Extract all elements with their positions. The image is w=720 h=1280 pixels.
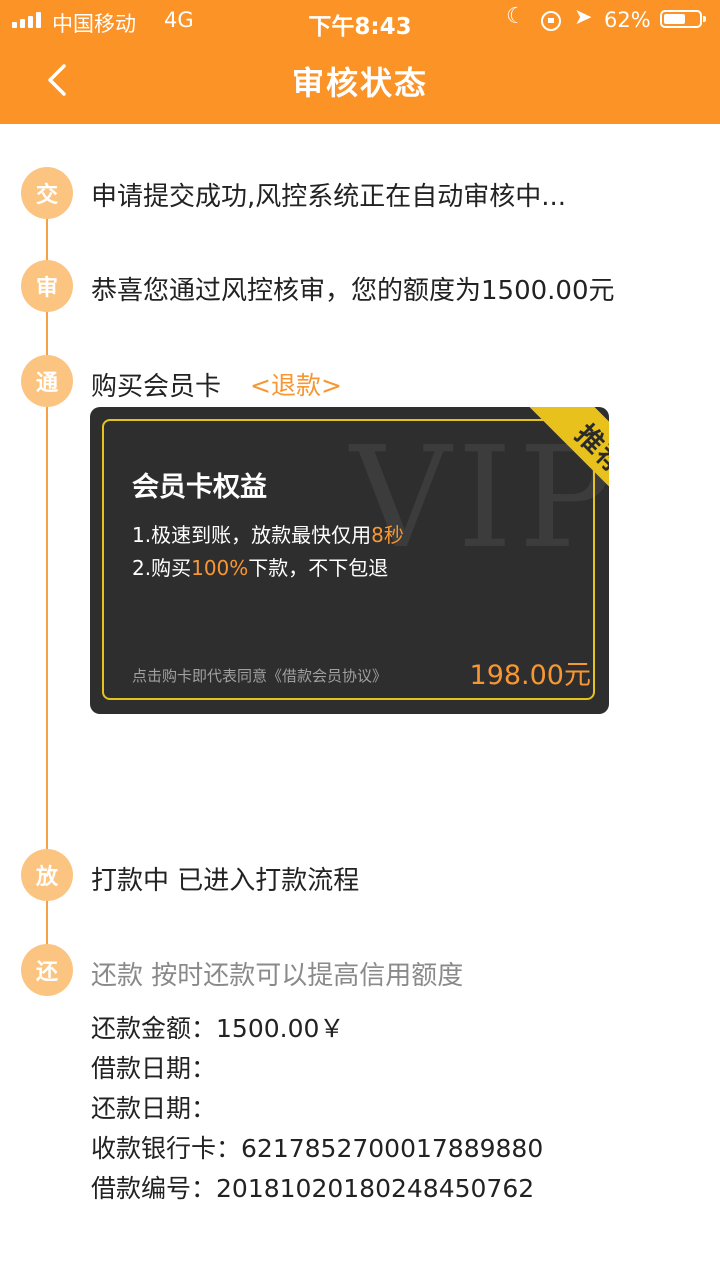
loan-number-row: 借款编号：201810201802484507​62 (91, 1169, 534, 1205)
moon-icon: ☾ (506, 4, 526, 29)
benefit-highlight: 8秒 (371, 523, 404, 547)
repay-amount-value: 1500.00￥ (216, 1014, 345, 1043)
card-title: 会员卡权益 (132, 472, 267, 503)
step-badge-repay: 还 (21, 944, 73, 996)
bank-card-value: 6217852700017889880 (241, 1134, 544, 1163)
step-badge-pass: 通 (21, 355, 73, 407)
loan-number-label: 借款编号： (91, 1174, 217, 1203)
battery-fill (664, 14, 685, 24)
repay-date-label: 还款日期： (91, 1094, 217, 1123)
benefit-highlight: 100% (191, 556, 249, 580)
repay-amount-label: 还款金额： (91, 1014, 217, 1043)
step-badge-review: 审 (21, 260, 73, 312)
step-text-repay: 还款 按时还款可以提高信用额度 (91, 961, 464, 991)
member-agreement-link[interactable]: 点击购卡即代表同意《借款会员协议》 (132, 665, 387, 686)
rotation-lock-icon (541, 11, 561, 31)
loan-date-row: 借款日期： (91, 1049, 216, 1085)
step-text-disburse: 打款中 已进入打款流程 (91, 866, 360, 896)
step-text-pass: 购买会员卡 (91, 372, 222, 402)
repay-amount-row: 还款金额：1500.00￥ (91, 1009, 344, 1045)
header: 中国移动 4G 下午8:43 ☾ ➤ 62% 审核状态 (0, 0, 720, 124)
step-text-review: 恭喜您通过风控核审，您的额度为1500.00元 (91, 276, 615, 306)
card-benefit-2: 2.购买100%下款，不下包退 (132, 556, 389, 580)
battery-percent: 62% (604, 8, 651, 32)
refund-link[interactable]: <退款> (250, 366, 342, 402)
bank-card-row: 收款银行卡：6217852700017889880 (91, 1129, 543, 1165)
member-card[interactable]: VIP 推荐 会员卡权益 1.极速到账，放款最快仅用8秒 2.购买100%下款，… (90, 407, 609, 714)
repay-date-row: 还款日期： (91, 1089, 216, 1125)
location-arrow-icon: ➤ (574, 5, 593, 30)
card-price: 198.00元 (469, 660, 591, 691)
bank-card-label: 收款银行卡： (91, 1134, 242, 1163)
step-badge-submit: 交 (21, 167, 73, 219)
status-bar: 中国移动 4G 下午8:43 ☾ ➤ 62% (0, 0, 720, 40)
loan-date-label: 借款日期： (91, 1054, 217, 1083)
loan-number-value: 201810201802484507​62 (216, 1174, 535, 1203)
step-text-submit: 申请提交成功,风控系统正在自动审核中... (91, 182, 567, 212)
step-badge-disburse: 放 (21, 849, 73, 901)
battery-icon (660, 10, 706, 28)
card-benefit-1: 1.极速到账，放款最快仅用8秒 (132, 523, 404, 547)
page-title: 审核状态 (291, 64, 428, 102)
